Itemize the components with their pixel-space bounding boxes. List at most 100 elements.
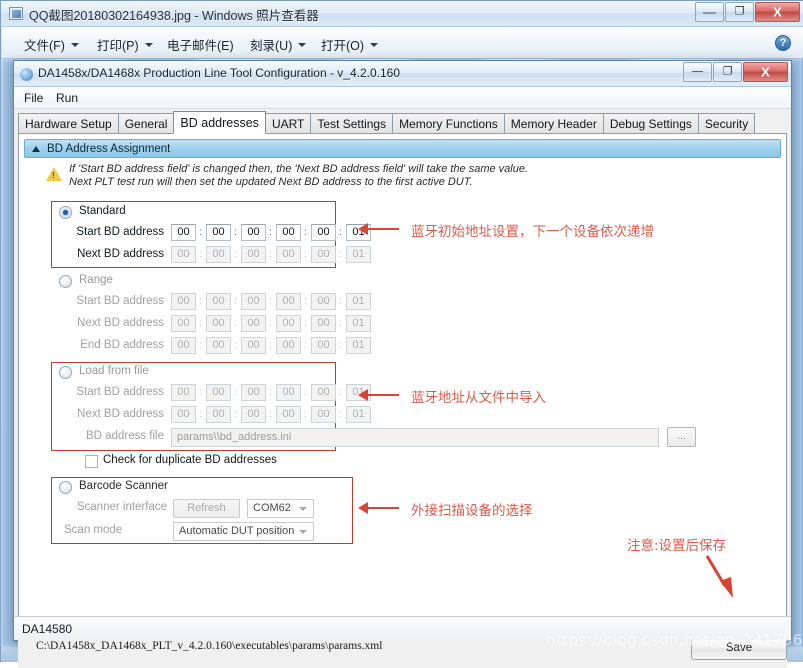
viewer-menu-print[interactable]: 打印(P)	[97, 35, 153, 54]
file-next-octet-1: 00	[206, 406, 231, 423]
plt-titlebar: DA1458x/DA1468x Production Line Tool Con…	[14, 61, 791, 87]
viewer-minimize-button[interactable]: —	[695, 2, 724, 22]
tab-strip: Hardware Setup General BD addresses UART…	[18, 111, 787, 134]
file-start-octet-4: 00	[311, 384, 336, 401]
plt-menubar: File Run	[14, 87, 791, 109]
separator-colon: :	[234, 227, 237, 238]
separator-colon: :	[269, 340, 272, 351]
plt-minimize-button[interactable]: —	[683, 62, 712, 82]
tab-label: Security	[704, 116, 749, 131]
range-end-octet-1: 00	[206, 337, 231, 354]
scanner-port-combobox[interactable]: COM62	[247, 499, 314, 518]
tab-label: BD addresses	[180, 115, 259, 130]
range-next-octet-2: 00	[241, 315, 266, 332]
standard-start-label: Start BD address	[76, 226, 164, 238]
viewer-menu-file[interactable]: 文件(F)	[24, 35, 79, 54]
warning-line-2: Next PLT test run will then set the upda…	[69, 176, 473, 188]
viewer-menu-burn-label: 刻录(U)	[250, 39, 293, 53]
radio-standard[interactable]	[59, 206, 72, 219]
menu-run[interactable]: Run	[56, 91, 78, 105]
scanner-port-value: COM62	[253, 502, 291, 514]
scan-mode-combobox[interactable]: Automatic DUT position	[173, 522, 314, 541]
image-file-icon	[9, 7, 23, 20]
radio-standard-label: Standard	[79, 205, 126, 217]
separator-colon: :	[269, 249, 272, 260]
viewer-close-button[interactable]: X	[755, 2, 800, 22]
radio-load-from-file[interactable]	[59, 366, 72, 379]
chevron-down-icon	[144, 42, 153, 47]
standard-start-octet-1[interactable]: 00	[206, 224, 231, 241]
separator-colon: :	[304, 249, 307, 260]
range-end-octet-0: 00	[171, 337, 196, 354]
tab-label: Memory Functions	[399, 116, 498, 131]
bd-address-file-browse-button[interactable]: ...	[667, 427, 696, 447]
tab-test-settings[interactable]: Test Settings	[310, 113, 393, 133]
app-icon	[20, 68, 33, 81]
range-start-octet-2: 00	[241, 293, 266, 310]
chevron-down-icon	[299, 507, 307, 511]
tab-label: General	[124, 116, 168, 131]
menu-file[interactable]: File	[24, 91, 43, 105]
viewer-menu-email[interactable]: 电子邮件(E)	[167, 35, 234, 54]
bd-address-file-input[interactable]: params\\bd_address.ini	[171, 428, 659, 447]
tab-label: Hardware Setup	[25, 116, 112, 131]
scan-mode-label: Scan mode	[64, 524, 123, 536]
scan-mode-value: Automatic DUT position	[179, 525, 295, 537]
plt-maximize-button[interactable]: ❐	[713, 62, 742, 82]
range-start-octet-4: 00	[311, 293, 336, 310]
viewer-menubar: 文件(F) 打印(P) 电子邮件(E) 刻录(U) 打开(O) ?	[2, 27, 803, 59]
standard-next-octet-1: 00	[206, 246, 231, 263]
annotation-save: 注意:设置后保存	[627, 538, 727, 554]
file-start-octet-0: 00	[171, 384, 196, 401]
tab-debug-settings[interactable]: Debug Settings	[602, 113, 698, 133]
scanner-refresh-button[interactable]: Refresh	[173, 499, 240, 518]
close-icon: X	[773, 4, 782, 20]
tab-uart[interactable]: UART	[265, 113, 311, 133]
separator-colon: :	[339, 296, 342, 307]
check-duplicate-bd-addresses-checkbox[interactable]	[85, 455, 98, 468]
separator-colon: :	[269, 318, 272, 329]
plt-configuration-window: DA1458x/DA1468x Production Line Tool Con…	[13, 60, 792, 668]
standard-start-octet-0[interactable]: 00	[171, 224, 196, 241]
tab-hardware-setup[interactable]: Hardware Setup	[18, 113, 118, 133]
standard-next-octet-5: 01	[346, 246, 371, 263]
warning-icon	[46, 167, 62, 181]
range-end-octet-2: 00	[241, 337, 266, 354]
tab-memory-functions[interactable]: Memory Functions	[392, 113, 504, 133]
annotation-barcode: 外接扫描设备的选择	[411, 503, 533, 519]
tab-memory-header[interactable]: Memory Header	[503, 113, 603, 133]
chevron-down-icon	[370, 42, 379, 47]
radio-range[interactable]	[59, 275, 72, 288]
standard-start-octet-4[interactable]: 00	[311, 224, 336, 241]
separator-colon: :	[339, 227, 342, 238]
help-icon[interactable]: ?	[775, 35, 791, 51]
tab-label: Debug Settings	[609, 116, 692, 131]
tab-general[interactable]: General	[117, 113, 174, 133]
chevron-down-icon	[299, 530, 307, 534]
viewer-title: QQ截图20180302164938.jpg - Windows 照片查看器	[29, 9, 319, 23]
range-start-octet-0: 00	[171, 293, 196, 310]
viewer-maximize-button[interactable]: ❐	[725, 2, 754, 22]
standard-next-octet-4: 00	[311, 246, 336, 263]
separator-colon: :	[234, 249, 237, 260]
standard-start-octet-2[interactable]: 00	[241, 224, 266, 241]
viewer-menu-burn[interactable]: 刻录(U)	[250, 35, 307, 54]
viewer-menu-open[interactable]: 打开(O)	[321, 35, 379, 54]
tab-security[interactable]: Security	[697, 113, 756, 133]
bd-address-assignment-label: BD Address Assignment	[47, 142, 171, 155]
bd-address-assignment-header[interactable]: BD Address Assignment	[24, 139, 781, 158]
standard-next-octet-3: 00	[276, 246, 301, 263]
range-next-octet-1: 00	[206, 315, 231, 332]
separator-colon: :	[304, 227, 307, 238]
standard-next-octet-2: 00	[241, 246, 266, 263]
radio-barcode-scanner[interactable]	[59, 481, 72, 494]
warning-line-1: If 'Start BD address field' is changed t…	[69, 163, 529, 175]
standard-start-octet-3[interactable]: 00	[276, 224, 301, 241]
chevron-down-icon	[70, 42, 79, 47]
separator-colon: :	[269, 409, 272, 420]
range-end-octet-4: 00	[311, 337, 336, 354]
tab-bd-addresses[interactable]: BD addresses	[173, 111, 266, 134]
range-next-label: Next BD address	[77, 317, 164, 329]
plt-close-button[interactable]: X	[743, 62, 788, 82]
range-end-octet-5: 01	[346, 337, 371, 354]
